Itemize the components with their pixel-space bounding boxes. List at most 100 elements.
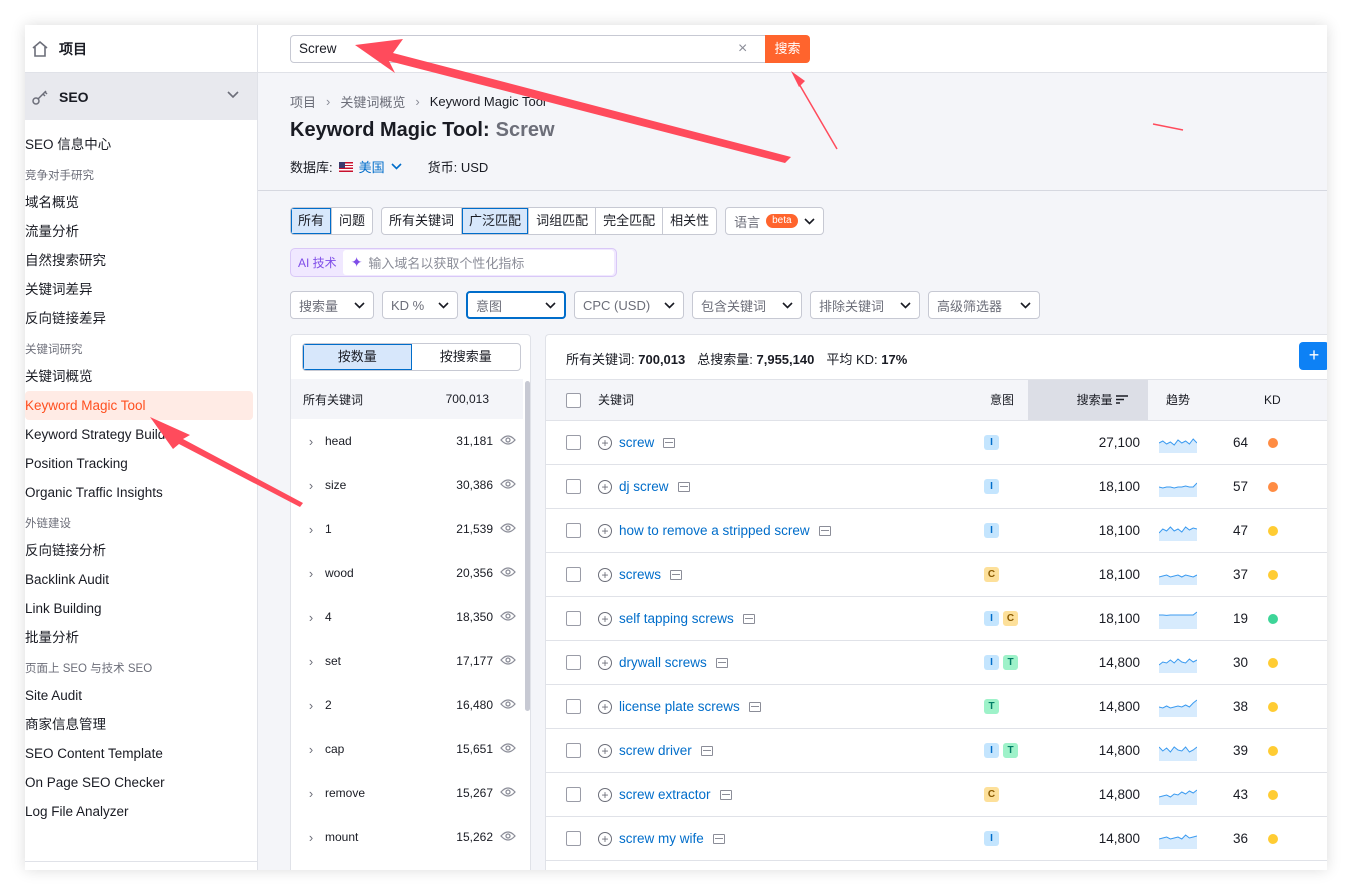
sidebar-item[interactable]: 商家信息管理 — [25, 710, 257, 739]
clear-icon[interactable]: × — [738, 39, 747, 59]
chevron-down-icon[interactable] — [391, 163, 402, 170]
breadcrumb-projects[interactable]: 项目 — [290, 92, 316, 111]
sidebar-item[interactable]: 自然搜索研究 — [25, 246, 257, 275]
sidebar-item[interactable]: SEO Content Template — [25, 739, 257, 768]
header-kd[interactable]: KD — [1264, 380, 1281, 420]
header-keyword[interactable]: 关键词 — [598, 380, 634, 420]
keyword-link[interactable]: + self tapping screws — [598, 597, 755, 641]
sidebar-item[interactable]: Keyword Strategy Builder — [25, 420, 257, 449]
chevron-right-icon[interactable]: › — [291, 698, 321, 713]
eye-icon[interactable] — [493, 654, 523, 668]
keyword-link[interactable]: + screw extractor — [598, 773, 732, 817]
serp-icon[interactable] — [670, 570, 683, 580]
sidebar-projects[interactable]: 项目 — [25, 25, 257, 73]
keyword-text[interactable]: screws — [619, 553, 661, 597]
keyword-text[interactable]: screw my wife — [619, 817, 704, 861]
sidebar-item[interactable]: Organic Traffic Insights — [25, 478, 257, 507]
tab-questions[interactable]: 问题 — [332, 208, 372, 234]
group-row[interactable]: › 2 16,480 — [291, 683, 523, 727]
eye-icon[interactable] — [493, 698, 523, 712]
filter-dropdown[interactable]: 搜索量 — [290, 291, 374, 319]
filter-dropdown[interactable]: 高级筛选器 — [928, 291, 1040, 319]
ai-domain-input[interactable]: ✦ 输入域名以获取个性化指标 — [342, 250, 614, 275]
header-intent[interactable]: 意图 — [990, 380, 1014, 420]
sidebar-item[interactable]: 域名概览 — [25, 188, 257, 217]
tab-phrase-match[interactable]: 词组匹配 — [529, 208, 597, 234]
select-all-checkbox[interactable] — [566, 393, 581, 408]
serp-icon[interactable] — [719, 790, 732, 800]
sort-by-count-button[interactable]: 按数量 — [303, 344, 412, 370]
eye-icon[interactable] — [493, 786, 523, 800]
chevron-right-icon[interactable]: › — [291, 742, 321, 757]
sort-by-volume-button[interactable]: 按搜索量 — [412, 344, 521, 370]
add-circle-icon[interactable]: + — [598, 832, 612, 846]
add-circle-icon[interactable]: + — [598, 480, 612, 494]
tab-exact-match[interactable]: 完全匹配 — [596, 208, 664, 234]
breadcrumb-keyword-overview[interactable]: 关键词概览 — [340, 92, 405, 111]
serp-icon[interactable] — [715, 658, 728, 668]
tab-related[interactable]: 相关性 — [663, 208, 716, 234]
search-input[interactable]: Screw — [290, 35, 766, 63]
sidebar-item[interactable]: Keyword Magic Tool — [25, 391, 253, 420]
sidebar-item[interactable]: 反向链接分析 — [25, 536, 257, 565]
filter-dropdown[interactable]: 意图 — [466, 291, 566, 319]
keyword-text[interactable]: dj screw — [619, 465, 669, 509]
sidebar-item[interactable]: Position Tracking — [25, 449, 257, 478]
keyword-text[interactable]: drywall screws — [619, 641, 707, 685]
search-button[interactable]: 搜索 — [765, 35, 810, 63]
row-checkbox[interactable] — [566, 611, 581, 626]
filter-dropdown[interactable]: 排除关键词 — [810, 291, 920, 319]
group-row[interactable]: › head 31,181 — [291, 419, 523, 463]
group-row[interactable]: › 4 18,350 — [291, 595, 523, 639]
row-checkbox[interactable] — [566, 699, 581, 714]
filter-dropdown[interactable]: CPC (USD) — [574, 291, 684, 319]
eye-icon[interactable] — [493, 742, 523, 756]
keyword-link[interactable]: + drywall screws — [598, 641, 728, 685]
chevron-right-icon[interactable]: › — [291, 434, 321, 449]
add-to-list-button[interactable]: + — [1299, 342, 1327, 370]
language-dropdown[interactable]: 语言 beta — [725, 207, 824, 235]
serp-icon[interactable] — [748, 702, 761, 712]
group-row[interactable]: › size 30,386 — [291, 463, 523, 507]
add-circle-icon[interactable]: + — [598, 524, 612, 538]
keyword-text[interactable]: how to remove a stripped screw — [619, 509, 810, 553]
chevron-right-icon[interactable]: › — [291, 478, 321, 493]
serp-icon[interactable] — [818, 526, 831, 536]
sidebar-seo-group[interactable]: SEO — [25, 73, 257, 120]
sidebar-item[interactable]: 关键词差异 — [25, 275, 257, 304]
eye-icon[interactable] — [493, 610, 523, 624]
add-circle-icon[interactable]: + — [598, 436, 612, 450]
add-circle-icon[interactable]: + — [598, 700, 612, 714]
keyword-text[interactable]: license plate screws — [619, 685, 740, 729]
row-checkbox[interactable] — [566, 523, 581, 538]
add-circle-icon[interactable]: + — [598, 788, 612, 802]
filter-dropdown[interactable]: KD % — [382, 291, 458, 319]
row-checkbox[interactable] — [566, 787, 581, 802]
row-checkbox[interactable] — [566, 479, 581, 494]
eye-icon[interactable] — [493, 522, 523, 536]
groups-header[interactable]: 所有关键词 700,013 — [291, 379, 523, 419]
header-volume[interactable]: 搜索量 — [1028, 380, 1148, 420]
add-circle-icon[interactable]: + — [598, 568, 612, 582]
keyword-link[interactable]: + dj screw — [598, 465, 690, 509]
eye-icon[interactable] — [493, 830, 523, 844]
row-checkbox[interactable] — [566, 831, 581, 846]
serp-icon[interactable] — [742, 614, 755, 624]
add-circle-icon[interactable]: + — [598, 744, 612, 758]
serp-icon[interactable] — [663, 438, 676, 448]
keyword-link[interactable]: + screw my wife — [598, 817, 725, 861]
chevron-right-icon[interactable]: › — [291, 566, 321, 581]
sidebar-item[interactable]: SEO 信息中心 — [25, 130, 257, 159]
sidebar-item[interactable]: On Page SEO Checker — [25, 768, 257, 797]
sidebar-item[interactable]: 关键词概览 — [25, 362, 257, 391]
keyword-text[interactable]: self tapping screws — [619, 597, 734, 641]
keyword-text[interactable]: screw driver — [619, 729, 692, 773]
group-row[interactable]: › 1 21,539 — [291, 507, 523, 551]
row-checkbox[interactable] — [566, 655, 581, 670]
tab-broad-match[interactable]: 广泛匹配 — [462, 208, 530, 234]
serp-icon[interactable] — [700, 746, 713, 756]
keyword-link[interactable]: + screw — [598, 421, 676, 465]
row-checkbox[interactable] — [566, 743, 581, 758]
sidebar-item[interactable]: 批量分析 — [25, 623, 257, 652]
group-row[interactable]: › wood 20,356 — [291, 551, 523, 595]
